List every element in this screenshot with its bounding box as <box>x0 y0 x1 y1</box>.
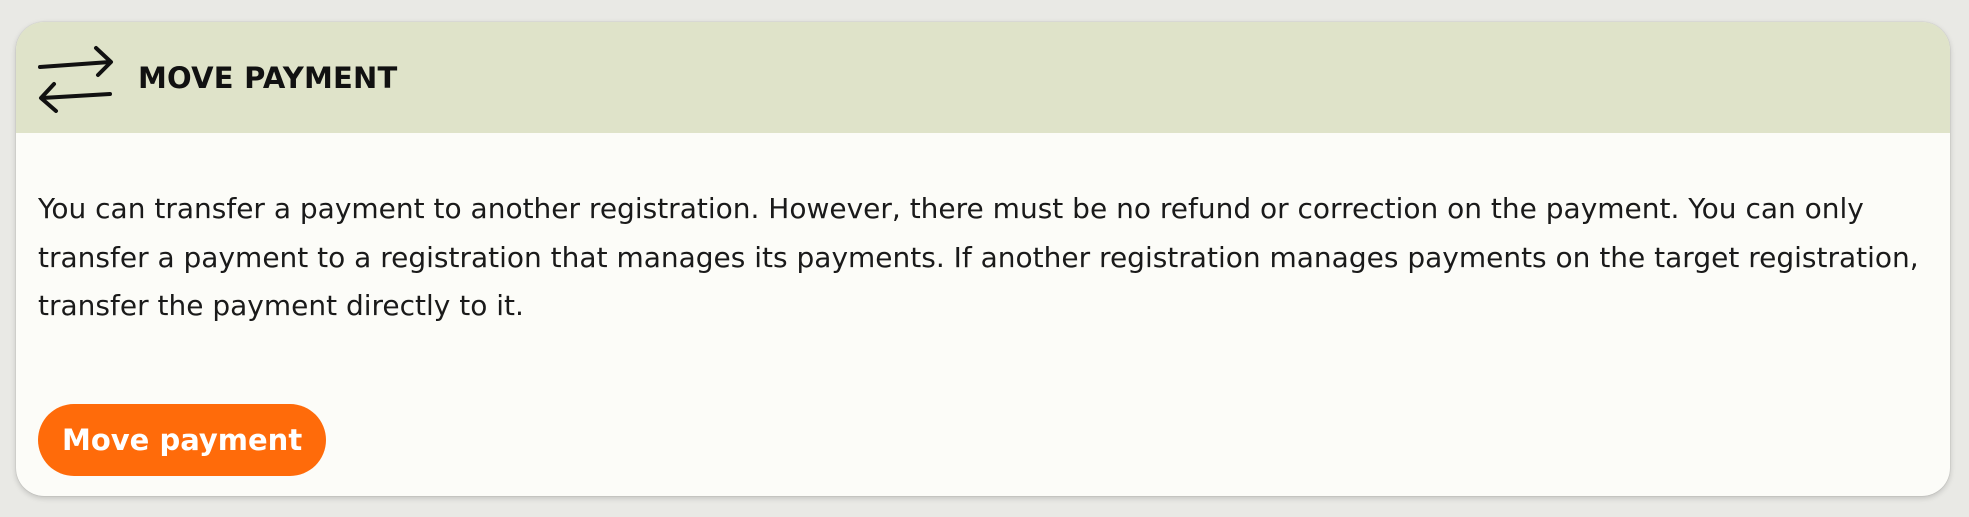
description-text: You can transfer a payment to another re… <box>38 192 1919 322</box>
swap-arrows-icon <box>36 42 120 114</box>
card-body: You can transfer a payment to another re… <box>16 133 1950 331</box>
card-title: MOVE PAYMENT <box>138 60 398 95</box>
move-payment-button[interactable]: Move payment <box>38 404 327 476</box>
move-payment-card: MOVE PAYMENT You can transfer a payment … <box>16 22 1950 496</box>
card-header: MOVE PAYMENT <box>16 22 1950 133</box>
